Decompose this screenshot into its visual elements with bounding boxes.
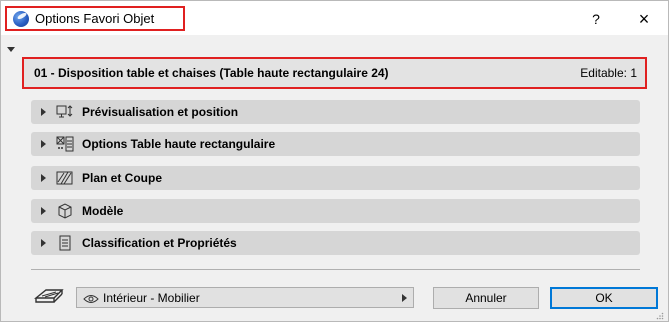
favorite-options-dialog: Options Favori Objet ? × 01 - Dispositio…: [0, 0, 669, 322]
classification-icon: [56, 235, 74, 251]
section-label: Prévisualisation et position: [82, 105, 239, 119]
section-plan-coupe[interactable]: Plan et Coupe: [31, 166, 640, 190]
section-label: Plan et Coupe: [82, 171, 163, 185]
title-highlight: Options Favori Objet: [5, 6, 185, 31]
expand-arrow-icon[interactable]: [41, 239, 46, 247]
resize-grip-icon[interactable]: [656, 309, 664, 320]
expand-arrow-icon[interactable]: [41, 108, 46, 116]
section-label: Classification et Propriétés: [82, 236, 237, 250]
window-title: Options Favori Objet: [35, 11, 155, 26]
section-label: Modèle: [82, 204, 124, 218]
footer-divider: [31, 269, 640, 270]
expand-arrow-icon[interactable]: [41, 140, 46, 148]
cancel-button[interactable]: Annuler: [433, 287, 539, 309]
favorites-tray-icon: [34, 286, 66, 306]
layer-dropdown[interactable]: Intérieur - Mobilier: [76, 287, 414, 308]
preview-position-icon: [56, 104, 74, 120]
plan-section-icon: [56, 170, 74, 186]
section-classification[interactable]: Classification et Propriétés: [31, 231, 640, 255]
dropdown-arrow-icon[interactable]: [402, 294, 407, 302]
object-options-icon: [56, 136, 74, 152]
expand-arrow-icon[interactable]: [41, 207, 46, 215]
eye-icon: [83, 293, 99, 303]
archicad-app-icon: [13, 10, 29, 27]
layer-value: Intérieur - Mobilier: [103, 290, 200, 305]
help-button[interactable]: ?: [586, 9, 606, 29]
model-cube-icon: [56, 203, 74, 219]
section-modele[interactable]: Modèle: [31, 199, 640, 223]
expand-arrow-icon[interactable]: [41, 174, 46, 182]
ok-button[interactable]: OK: [550, 287, 658, 309]
favorite-header: 01 - Disposition table et chaises (Table…: [22, 57, 647, 89]
favorite-name: 01 - Disposition table et chaises (Table…: [34, 66, 389, 80]
section-object-options[interactable]: Options Table haute rectangulaire: [31, 132, 640, 156]
editable-count: Editable: 1: [580, 66, 637, 80]
section-label: Options Table haute rectangulaire: [82, 137, 276, 151]
section-preview-position[interactable]: Prévisualisation et position: [31, 100, 640, 124]
collapse-marker-icon[interactable]: [7, 47, 15, 52]
title-bar: Options Favori Objet ? ×: [1, 1, 668, 35]
close-button[interactable]: ×: [632, 7, 656, 31]
